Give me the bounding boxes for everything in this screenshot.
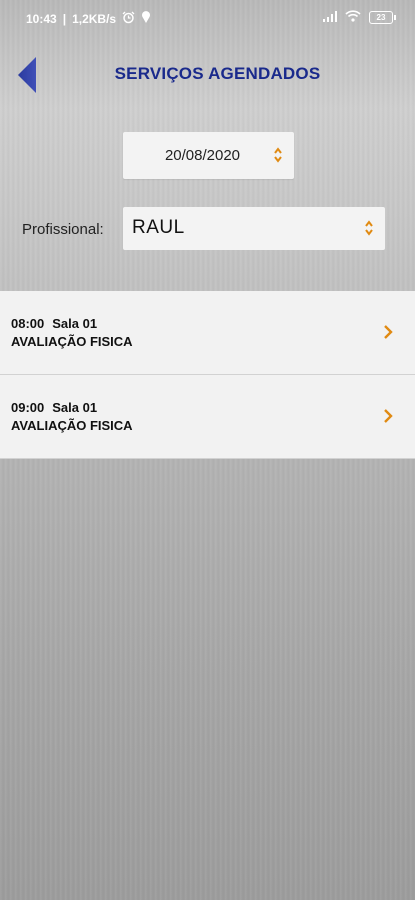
appointment-service: AVALIAÇÃO FISICA [11,334,133,349]
status-speed: 1,2KB/s [72,12,117,26]
appointment-service: AVALIAÇÃO FISICA [11,418,133,433]
status-bar: 10:43 | 1,2KB/s 23 [0,0,415,36]
appointments-list: 08:00 Sala 01 AVALIAÇÃO FISICA 09:00 Sala … [0,291,415,459]
appointment-time: 08:00 [11,316,45,331]
date-value: 20/08/2020 [164,147,241,164]
battery-icon: 23 [369,11,396,24]
location-icon [141,11,151,27]
status-time: 10:43 [26,12,57,26]
appointment-time: 09:00 [11,400,45,415]
appointment-item[interactable]: 09:00 Sala 01 AVALIAÇÃO FISICA [0,375,415,459]
chevron-right-icon [384,409,393,423]
status-left: 10:43 | 1,2KB/s [26,11,151,27]
appointment-room: Sala 01 [52,400,98,415]
appointment-time-room: 08:00 Sala 01 [11,316,97,331]
status-right: 23 [323,10,396,25]
signal-icon [323,10,337,25]
app-header: SERVIÇOS AGENDADOS [0,50,415,100]
chevron-right-icon [384,325,393,339]
appointment-item[interactable]: 08:00 Sala 01 AVALIAÇÃO FISICA [0,291,415,375]
page-title: SERVIÇOS AGENDADOS [114,64,321,83]
professional-value: RAUL [132,217,185,238]
alarm-icon [122,11,135,27]
status-divider: | [62,12,67,26]
date-select[interactable]: 20/08/2020 [123,132,294,179]
appointment-time-room: 09:00 Sala 01 [11,400,97,415]
professional-label: Profissional: [22,221,104,238]
select-arrows-icon [274,147,282,163]
select-arrows-icon [365,220,373,236]
professional-select[interactable]: RAUL [123,207,385,250]
appointment-room: Sala 01 [52,316,98,331]
wifi-icon [345,10,361,25]
